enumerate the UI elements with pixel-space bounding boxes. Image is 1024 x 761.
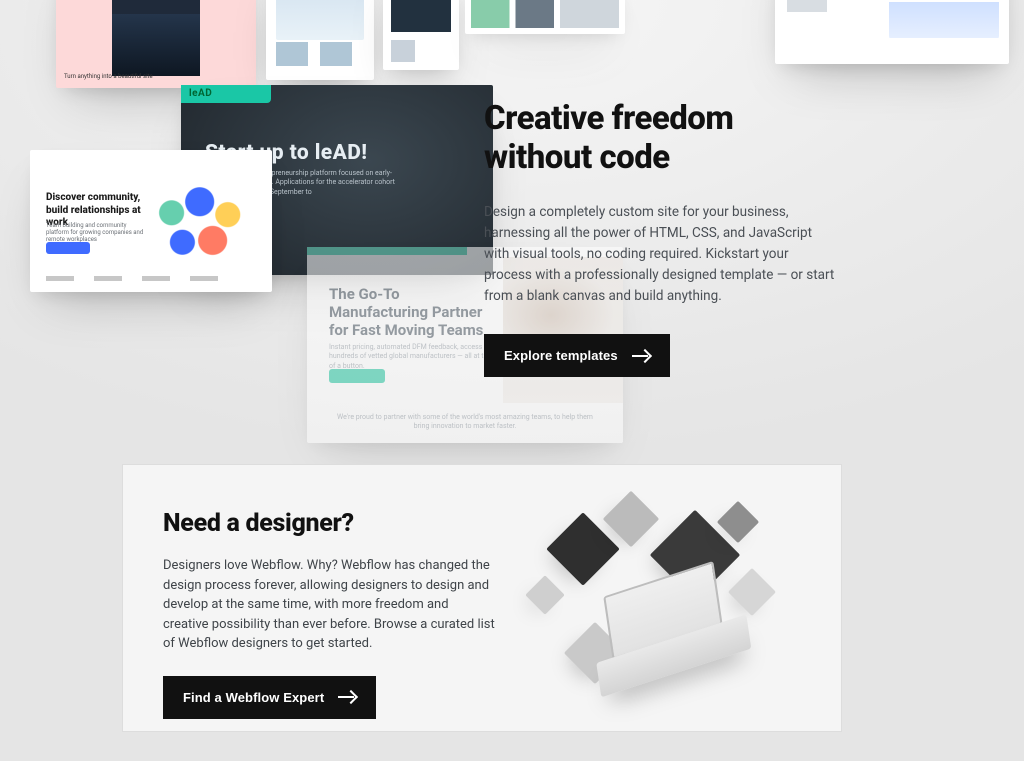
people-illustration <box>150 176 258 268</box>
template-card-title: Start up to leAD! <box>205 141 367 165</box>
template-card-sub: Instant pricing, automated DFM feedback,… <box>329 343 509 371</box>
brand-badge <box>181 85 271 103</box>
template-card-title: The Go-To Manufacturing Partner for Fast… <box>329 285 499 339</box>
arrow-right-icon <box>632 351 650 361</box>
template-card <box>775 0 1009 64</box>
template-card <box>266 0 374 80</box>
template-caption: Turn anything into a beautiful site <box>64 73 153 80</box>
find-expert-button[interactable]: Find a Webflow Expert <box>163 676 376 719</box>
template-card-hero: Start up to leAD! leAD is a sports entre… <box>181 85 493 275</box>
template-card-sub: Team building and community platform for… <box>46 222 146 243</box>
template-card <box>465 0 625 34</box>
hero-body: Design a completely custom site for your… <box>484 202 836 307</box>
laptop-icon <box>587 553 752 707</box>
template-card-title: Discover community, build relationships … <box>46 192 146 230</box>
template-card-button <box>329 369 385 383</box>
hero-title-line: without code <box>484 138 670 177</box>
template-card-footer: We're proud to partner with some of the … <box>329 413 601 431</box>
rhombus-icon <box>525 575 565 615</box>
template-card <box>383 0 459 70</box>
hero-title: Creative freedom without code <box>484 100 844 178</box>
arrow-right-icon <box>338 692 356 702</box>
template-card: Turn anything into a beautiful site <box>56 0 256 88</box>
template-card-sub: leAD is a sports entrepreneurship platfo… <box>205 169 395 197</box>
panel-illustration <box>513 489 813 719</box>
rhombus-icon <box>603 491 660 548</box>
template-card-logos <box>46 274 256 284</box>
accent-bar <box>307 247 467 255</box>
panel-title: Need a designer? <box>163 509 495 538</box>
explore-templates-button[interactable]: Explore templates <box>484 334 670 377</box>
rhombus-icon <box>717 501 759 543</box>
hero-title-line: Creative freedom <box>484 99 733 138</box>
hero-section: Creative freedom without code Design a c… <box>484 100 844 377</box>
panel-body: Designers love Webflow. Why? Webflow has… <box>163 556 495 654</box>
button-label: Explore templates <box>504 348 618 363</box>
designer-panel: Need a designer? Designers love Webflow.… <box>122 464 842 732</box>
template-card-illustration: Discover community, build relationships … <box>30 150 272 292</box>
button-label: Find a Webflow Expert <box>183 690 324 705</box>
template-card-button <box>46 242 90 254</box>
